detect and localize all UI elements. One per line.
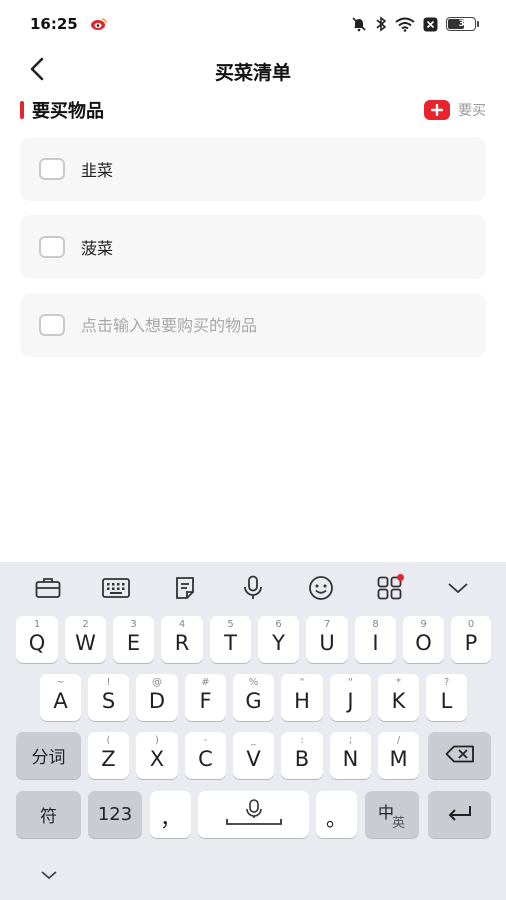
comma-key[interactable]: ， <box>150 791 191 838</box>
new-item-input[interactable] <box>81 315 441 335</box>
status-time: 16:25 <box>30 15 78 33</box>
enter-icon <box>447 804 473 826</box>
key-k[interactable]: * K <box>378 674 419 721</box>
key-e[interactable]: 3E <box>113 616 154 663</box>
wifi-icon <box>395 17 415 32</box>
key-b[interactable]: :B <box>281 732 323 779</box>
soft-keyboard: 1Q 2W 3E 4R 5T 6Y 7U 8I 9O 0P ~ A ! S @ D #… <box>0 562 506 900</box>
shopping-list: 韭菜 菠菜 <box>20 137 486 371</box>
key-n[interactable]: ; N <box>330 732 371 779</box>
item-label: 韭菜 <box>81 161 114 180</box>
key-m[interactable]: / M <box>378 732 419 779</box>
language-switch-key[interactable]: 中 英 <box>365 791 419 838</box>
key-v[interactable]: _ V <box>233 732 274 779</box>
add-item-button[interactable]: 要买 <box>424 100 486 120</box>
back-button[interactable] <box>22 56 52 86</box>
space-mic-icon <box>223 798 285 832</box>
mute-bell-icon <box>351 16 367 32</box>
period-key[interactable]: 。 <box>316 791 357 838</box>
key-a[interactable]: ~ A <box>40 674 81 721</box>
plus-icon <box>424 100 450 120</box>
emoji-icon[interactable] <box>305 572 337 604</box>
section-header: 要买物品 要买 <box>20 96 486 124</box>
key-x[interactable]: ) X <box>136 732 178 779</box>
key-w[interactable]: 2W <box>65 616 106 663</box>
lang-en-label: 英 <box>392 816 406 831</box>
key-o[interactable]: 9O <box>403 616 444 663</box>
segment-key[interactable]: 分词 <box>16 732 81 779</box>
item-checkbox[interactable] <box>39 236 65 258</box>
key-d[interactable]: @ D <box>136 674 178 721</box>
key-p[interactable]: 0P <box>451 616 491 663</box>
weibo-icon <box>90 17 108 31</box>
keyboard-toolbar <box>0 562 506 614</box>
battery-level: 34 <box>458 19 471 29</box>
enter-key[interactable] <box>428 791 491 838</box>
key-q[interactable]: 1Q <box>16 616 58 663</box>
key-f[interactable]: # F <box>185 674 226 721</box>
section-title: 要买物品 <box>32 101 104 122</box>
key-t[interactable]: 5T <box>210 616 251 663</box>
item-checkbox[interactable] <box>39 158 65 180</box>
new-item-checkbox[interactable] <box>39 314 65 336</box>
nav-bar: 买菜清单 <box>0 48 506 94</box>
item-label: 菠菜 <box>81 239 114 258</box>
notification-dot <box>396 574 404 581</box>
backspace-key[interactable] <box>428 732 491 779</box>
key-l[interactable]: ? L <box>426 674 467 721</box>
key-i[interactable]: 8I <box>355 616 396 663</box>
space-key[interactable] <box>198 791 309 838</box>
key-h[interactable]: " H <box>281 674 323 721</box>
symbol-key[interactable]: 符 <box>16 791 81 838</box>
add-item-label: 要买 <box>458 103 486 119</box>
bluetooth-icon <box>375 16 387 32</box>
new-item-row <box>20 293 486 357</box>
apps-grid-icon[interactable] <box>374 572 406 604</box>
keyboard-icon[interactable] <box>100 572 132 604</box>
list-item[interactable]: 菠菜 <box>20 215 486 279</box>
key-j[interactable]: " J <box>330 674 371 721</box>
chevron-down-icon <box>40 865 58 884</box>
page-title: 买菜清单 <box>214 61 291 84</box>
key-y[interactable]: 6Y <box>258 616 299 663</box>
toolbox-icon[interactable] <box>32 572 64 604</box>
list-item[interactable]: 韭菜 <box>20 137 486 201</box>
hide-keyboard-button[interactable] <box>38 866 60 882</box>
key-z[interactable]: (Z <box>88 732 129 779</box>
status-bar: 16:25 34 <box>0 0 506 48</box>
key-s[interactable]: ! S <box>88 674 129 721</box>
numbers-key[interactable]: 123 <box>88 791 142 838</box>
key-g[interactable]: % G <box>233 674 274 721</box>
backspace-icon <box>445 745 475 767</box>
chevron-left-icon <box>29 57 45 85</box>
battery-icon: 34 <box>446 17 479 31</box>
sim-disabled-icon <box>423 17 438 32</box>
key-u[interactable]: 7U <box>306 616 348 663</box>
collapse-keyboard-icon[interactable] <box>442 572 474 604</box>
key-r[interactable]: 4R <box>161 616 203 663</box>
key-c[interactable]: -C <box>185 732 226 779</box>
microphone-icon[interactable] <box>237 572 269 604</box>
clipboard-icon[interactable] <box>169 572 201 604</box>
section-accent-bar <box>20 101 24 119</box>
